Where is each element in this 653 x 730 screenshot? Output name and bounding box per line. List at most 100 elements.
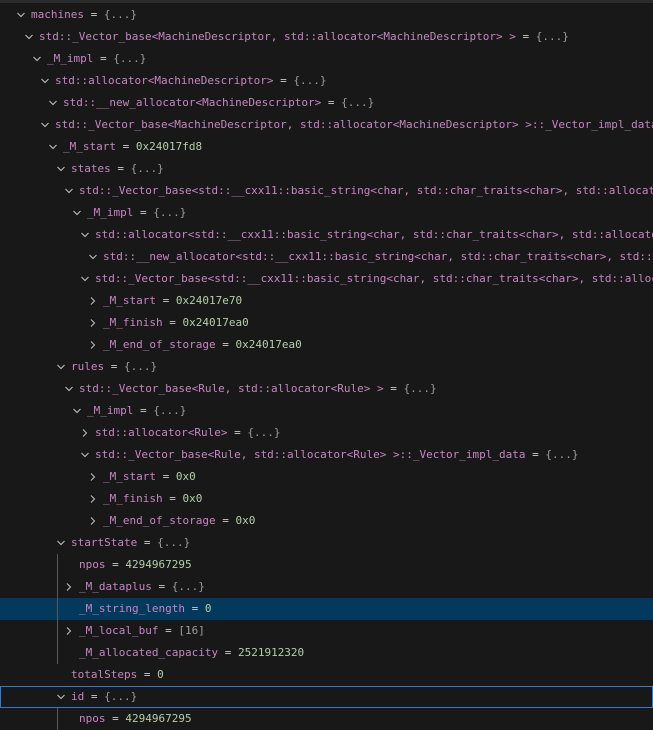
variable-row[interactable]: std::_Vector_base<Rule, std::allocator<R…	[0, 378, 653, 400]
chevron-right-icon[interactable]	[63, 576, 75, 598]
variables-tree[interactable]: machines = {...}std::_Vector_base<Machin…	[0, 4, 653, 730]
variable-row[interactable]: totalSteps = 0	[0, 664, 653, 686]
equals-sign: =	[525, 448, 546, 461]
variable-row[interactable]: _M_start = 0x24017fd8	[0, 136, 653, 158]
chevron-down-icon[interactable]	[47, 136, 59, 158]
variable-text: _M_finish = 0x0	[103, 488, 202, 510]
variable-row[interactable]: _M_start = 0x24017e70	[0, 290, 653, 312]
variable-row[interactable]: std::allocator<Rule> = {...}	[0, 422, 653, 444]
equals-sign: =	[151, 580, 172, 593]
variable-value: {...}	[103, 8, 137, 21]
chevron-down-icon[interactable]	[39, 70, 51, 92]
chevron-down-icon[interactable]	[79, 224, 91, 246]
variable-row[interactable]: id = {...}	[0, 686, 653, 708]
variable-text: id = {...}	[71, 686, 137, 708]
variable-row[interactable]: _M_local_buf = [16]	[0, 620, 653, 642]
variable-text: std::_Vector_base<MachineDescriptor, std…	[39, 26, 569, 48]
chevron-right-icon[interactable]	[87, 312, 99, 334]
indent-guide	[57, 642, 58, 664]
chevron-down-icon[interactable]	[15, 4, 27, 26]
variable-row[interactable]: machines = {...}	[0, 4, 653, 26]
variable-name: _M_impl	[87, 404, 134, 417]
variable-name: std::__new_allocator<std::__cxx11::basic…	[103, 250, 653, 263]
chevron-down-icon[interactable]	[79, 268, 91, 290]
variable-row[interactable]: _M_end_of_storage = 0x0	[0, 510, 653, 532]
chevron-right-icon[interactable]	[87, 488, 99, 510]
chevron-down-icon[interactable]	[55, 532, 67, 554]
variable-row[interactable]: _M_allocated_capacity = 2521912320	[0, 642, 653, 664]
panel-top-border	[0, 0, 653, 3]
chevron-down-icon[interactable]	[55, 686, 67, 708]
variable-row[interactable]: states = {...}	[0, 158, 653, 180]
variable-row[interactable]: _M_start = 0x0	[0, 466, 653, 488]
equals-sign: =	[104, 360, 124, 373]
variable-name: _M_impl	[87, 206, 134, 219]
variable-row[interactable]: std::__new_allocator<std::__cxx11::basic…	[0, 246, 653, 268]
variable-name: _M_impl	[47, 52, 94, 65]
variable-text: machines = {...}	[31, 4, 137, 26]
chevron-down-icon[interactable]	[47, 92, 59, 114]
variable-row[interactable]: std::__new_allocator<MachineDescriptor> …	[0, 92, 653, 114]
variable-row[interactable]: startState = {...}	[0, 532, 653, 554]
variable-value: 0x24017ea0	[235, 338, 302, 351]
variable-row[interactable]: std::_Vector_base<MachineDescriptor, std…	[0, 114, 653, 136]
variable-row[interactable]: _M_impl = {...}	[0, 48, 653, 70]
chevron-down-icon[interactable]	[87, 246, 99, 268]
chevron-right-icon[interactable]	[63, 620, 75, 642]
variable-row[interactable]: std::allocator<MachineDescriptor> = {...…	[0, 70, 653, 92]
chevron-right-icon[interactable]	[87, 290, 99, 312]
variable-name: _M_dataplus	[79, 580, 152, 593]
variable-name: totalSteps	[71, 668, 138, 681]
equals-sign: =	[321, 96, 342, 109]
variable-row[interactable]: _M_end_of_storage = 0x24017ea0	[0, 334, 653, 356]
chevron-down-icon[interactable]	[23, 26, 35, 48]
variable-row[interactable]: std::allocator<std::__cxx11::basic_strin…	[0, 224, 653, 246]
variable-row[interactable]: _M_impl = {...}	[0, 400, 653, 422]
variable-row[interactable]: _M_finish = 0x24017ea0	[0, 312, 653, 334]
variable-name: npos	[79, 712, 106, 725]
chevron-down-icon[interactable]	[79, 444, 91, 466]
indent-guide	[57, 598, 58, 620]
equals-sign: =	[227, 426, 248, 439]
equals-sign: =	[162, 492, 183, 505]
equals-sign: =	[137, 668, 158, 681]
variable-value: 4294967295	[125, 558, 192, 571]
variable-name: std::_Vector_base<MachineDescriptor, std…	[39, 30, 516, 43]
variable-text: std::allocator<Rule> = {...}	[95, 422, 280, 444]
variable-text: _M_impl = {...}	[47, 48, 146, 70]
variable-value: {...}	[293, 74, 327, 87]
variable-text: std::_Vector_base<Rule, std::allocator<R…	[79, 378, 437, 400]
variable-text: _M_start = 0x0	[103, 466, 196, 488]
chevron-down-icon[interactable]	[55, 158, 67, 180]
variable-row[interactable]: _M_string_length = 0	[0, 598, 653, 620]
variable-row[interactable]: std::_Vector_base<std::__cxx11::basic_st…	[0, 180, 653, 202]
variable-row[interactable]: std::_Vector_base<MachineDescriptor, std…	[0, 26, 653, 48]
variable-name: std::allocator<Rule>	[95, 426, 228, 439]
chevron-right-icon[interactable]	[87, 334, 99, 356]
variable-row[interactable]: _M_finish = 0x0	[0, 488, 653, 510]
variable-row[interactable]: std::_Vector_base<std::__cxx11::basic_st…	[0, 268, 653, 290]
variable-name: std::_Vector_base<Rule, std::allocator<R…	[79, 382, 384, 395]
variable-row[interactable]: _M_impl = {...}	[0, 202, 653, 224]
chevron-right-icon[interactable]	[79, 422, 91, 444]
variable-name: machines	[31, 8, 84, 21]
variable-row[interactable]: rules = {...}	[0, 356, 653, 378]
variable-row[interactable]: npos = 4294967295	[0, 554, 653, 576]
chevron-down-icon[interactable]	[31, 48, 43, 70]
chevron-down-icon[interactable]	[55, 356, 67, 378]
equals-sign: =	[133, 206, 154, 219]
variable-value: 0x0	[182, 492, 203, 505]
equals-sign: =	[162, 316, 183, 329]
chevron-down-icon[interactable]	[39, 114, 51, 136]
chevron-right-icon[interactable]	[87, 466, 99, 488]
variable-row[interactable]: std::_Vector_base<Rule, std::allocator<R…	[0, 444, 653, 466]
variable-row[interactable]: _M_dataplus = {...}	[0, 576, 653, 598]
variable-name: std::_Vector_base<Rule, std::allocator<R…	[95, 448, 526, 461]
chevron-down-icon[interactable]	[71, 202, 83, 224]
chevron-down-icon[interactable]	[63, 378, 75, 400]
variable-value: {...}	[104, 690, 138, 703]
chevron-right-icon[interactable]	[87, 510, 99, 532]
variable-name: states	[71, 162, 111, 175]
chevron-down-icon[interactable]	[63, 180, 75, 202]
chevron-down-icon[interactable]	[71, 400, 83, 422]
